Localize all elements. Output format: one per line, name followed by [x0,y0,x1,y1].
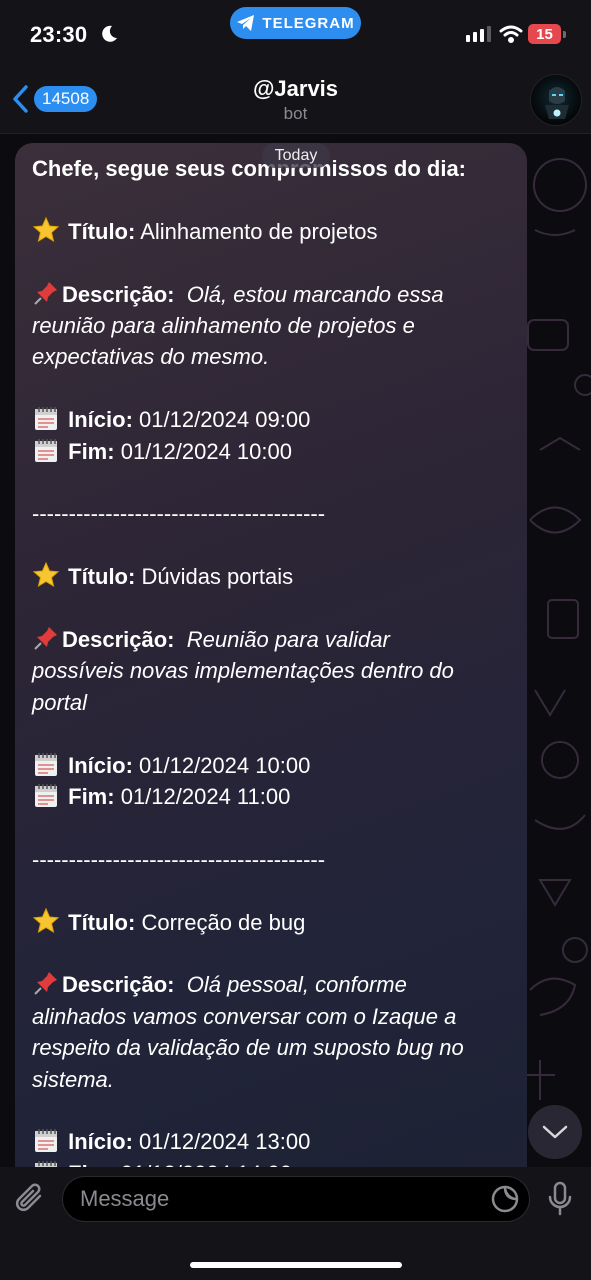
sticker-icon[interactable] [490,1184,520,1219]
scroll-down-button[interactable] [528,1105,582,1159]
moon-icon [99,24,119,49]
telegram-icon [237,15,255,31]
event-title-line: Título: Alinhamento de projetos [32,216,510,247]
description-label: Descrição: [62,972,175,998]
chat-subtitle: bot [283,104,308,123]
start-label: Início: [68,1129,133,1155]
separator: ---------------------------------------- [32,846,326,872]
description-label: Descrição: [62,281,175,307]
event-end: 01/12/2024 10:00 [120,438,292,464]
message-text: Chefe, segue seus compromissos do dia: T… [32,153,510,1183]
event-description: sistema. [32,1066,114,1092]
event-end-line: Fim: 01/12/2024 10:00 [32,436,510,467]
event-description-line: Descrição: Olá pessoal, conforme [32,969,510,1000]
calendar-icon [32,404,60,432]
chat-title[interactable]: @Jarvis [0,76,591,102]
status-time: 23:30 [30,22,88,47]
event-title-line: Título: Dúvidas portais [32,561,510,592]
title-label: Título: [68,218,136,244]
event-description: reunião para alinhamento de projetos e [32,313,415,338]
event-description: Olá pessoal, conforme [186,972,407,998]
message-intro: Chefe, segue seus compromissos do dia: [32,156,467,181]
event-description: Reunião para validar [186,627,390,652]
event-description: Olá, estou marcando essa [186,281,444,307]
start-label: Início: [68,407,133,433]
star-icon [32,216,60,244]
chevron-down-icon [542,1125,568,1139]
event-title: Alinhamento de projetos [140,218,378,244]
title-label: Título: [68,909,136,935]
event-start: 01/12/2024 10:00 [139,752,311,778]
message-field[interactable] [62,1176,530,1222]
message-bubble[interactable]: Chefe, segue seus compromissos do dia: T… [15,143,527,1183]
event-description: respeito da validação de um suposto bug … [32,1035,464,1061]
description-label: Descrição: [62,627,175,652]
event-description: expectativas do mesmo. [32,344,270,370]
end-label: Fim: [68,784,115,810]
status-bar: 23:30 TELEGRAM 15 [0,0,591,70]
avatar[interactable] [530,74,582,126]
telegram-pill[interactable]: TELEGRAM [230,7,361,39]
event-title-line: Título: Correção de bug [32,907,510,938]
star-icon [32,907,60,935]
calendar-icon [32,750,60,778]
event-description: alinhados vamos conversar com o Izaque a [32,1003,457,1029]
event-end-line: Fim: 01/12/2024 11:00 [32,781,510,812]
signal-icon [466,26,491,42]
event-title: Correção de bug [141,909,306,935]
calendar-icon [32,436,60,464]
start-label: Início: [68,752,133,778]
calendar-icon [32,1126,60,1154]
title-label: Título: [68,564,136,590]
telegram-label: TELEGRAM [262,14,355,32]
home-indicator [190,1262,402,1268]
event-end: 01/12/2024 11:00 [120,784,291,810]
battery-cap [563,31,566,38]
message-input[interactable] [63,1177,463,1221]
event-start-line: Início: 01/12/2024 09:00 [32,404,510,435]
chat-header: 14508 @Jarvis bot [0,70,591,134]
event-start-line: Início: 01/12/2024 13:00 [32,1126,510,1157]
calendar-icon [32,781,60,809]
event-start: 01/12/2024 09:00 [139,407,311,433]
end-label: Fim: [68,438,115,464]
battery-level: 15 [536,25,553,43]
pushpin-icon [32,624,60,652]
event-title: Dúvidas portais [141,564,294,590]
event-description-line: Descrição: Reunião para validar [32,624,510,655]
wifi-icon [499,25,523,48]
event-start-line: Início: 01/12/2024 10:00 [32,750,510,781]
event-description: portal [32,689,88,715]
event-start: 01/12/2024 13:00 [139,1129,311,1155]
separator: ---------------------------------------- [32,501,326,527]
microphone-icon[interactable] [546,1181,574,1222]
date-separator: Today [262,143,330,168]
paperclip-icon[interactable] [14,1182,46,1221]
pushpin-icon [32,969,60,997]
pushpin-icon [32,279,60,307]
event-description-line: Descrição: Olá, estou marcando essa [32,279,510,310]
event-description: possíveis novas implementações dentro do [32,658,454,684]
star-icon [32,561,60,589]
battery-icon: 15 [528,24,561,44]
